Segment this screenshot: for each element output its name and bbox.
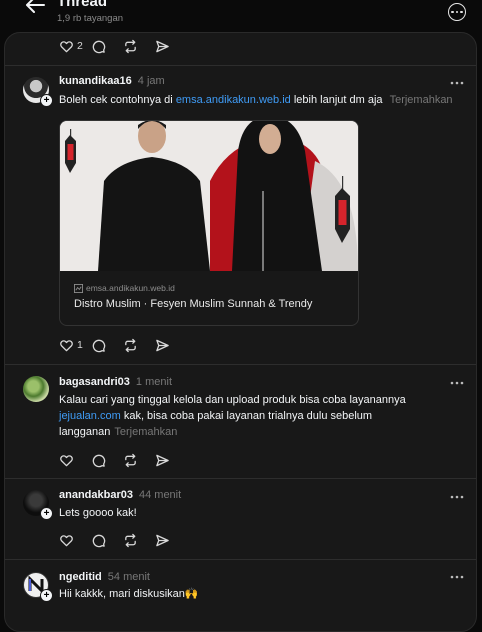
- plus-icon[interactable]: +: [40, 507, 53, 520]
- like-button[interactable]: 1: [59, 335, 91, 355]
- plus-icon[interactable]: +: [40, 589, 53, 602]
- timestamp: 44 menit: [138, 489, 182, 501]
- repost-icon: [125, 39, 136, 53]
- post-actions: 1: [59, 335, 187, 355]
- translate-link[interactable]: Terjemahkan: [114, 426, 177, 438]
- like-button[interactable]: [59, 530, 91, 550]
- post-actions: [59, 450, 187, 470]
- comment-icon: [92, 534, 106, 547]
- post-text-before: Boleh cek contohnya di: [59, 94, 173, 106]
- share-button[interactable]: [155, 530, 187, 550]
- repost-button[interactable]: [123, 450, 155, 470]
- thread-panel: 2 + kunandikaa16 4 jam Boleh cek contohny…: [4, 32, 477, 632]
- preview-title: Distro Muslim · Fesyen Muslim Sunnah & T…: [74, 298, 313, 310]
- divider: [5, 559, 476, 560]
- repost-button[interactable]: [123, 36, 155, 56]
- preview-image: [60, 121, 358, 271]
- repost-icon: [125, 453, 136, 467]
- post-text: Lets goooo kak!: [59, 507, 137, 519]
- post-text-after: lebih lanjut dm aja: [293, 94, 383, 106]
- more-dots-icon[interactable]: [449, 79, 465, 87]
- divider: [5, 364, 476, 365]
- post-link[interactable]: jejualan.com: [59, 410, 121, 422]
- timestamp: 54 menit: [107, 571, 150, 583]
- like-button[interactable]: [59, 450, 91, 470]
- like-count: 1: [77, 339, 83, 351]
- more-dots-icon[interactable]: [449, 573, 465, 581]
- username[interactable]: bagasandri03 1 menit: [59, 376, 172, 388]
- comment-icon: [92, 339, 106, 352]
- post-text-line2-wrap: jejualan.com kak, bisa coba pakai layana…: [59, 408, 469, 424]
- post-text: Kalau cari yang tinggal kelola dan uploa…: [59, 392, 469, 440]
- share-icon: [156, 534, 169, 546]
- heart-icon: [60, 534, 73, 546]
- divider: [5, 478, 476, 479]
- post-text-line1: Kalau cari yang tinggal kelola dan uploa…: [59, 394, 406, 406]
- link-preview-card[interactable]: emsa.andikakun.web.id Distro Muslim · Fe…: [59, 120, 359, 326]
- heart-icon: [60, 454, 73, 466]
- comment-button[interactable]: [91, 335, 123, 355]
- preview-domain-text: emsa.andikakun.web.id: [86, 283, 175, 293]
- username-text[interactable]: bagasandri03: [59, 376, 130, 388]
- comment-button[interactable]: [91, 36, 123, 56]
- post-text: Boleh cek contohnya di emsa.andikakun.we…: [59, 92, 469, 108]
- repost-button[interactable]: [123, 530, 155, 550]
- translate-link[interactable]: Terjemahkan: [390, 94, 453, 106]
- divider: [5, 65, 476, 66]
- comment-icon: [92, 40, 106, 53]
- share-icon: [156, 454, 169, 466]
- share-button[interactable]: [155, 450, 187, 470]
- timestamp: 4 jam: [137, 75, 165, 87]
- repost-icon: [125, 533, 136, 547]
- post-text-line3-wrap: langganan Terjemahkan: [59, 424, 469, 440]
- comment-button[interactable]: [91, 450, 123, 470]
- more-dots-icon[interactable]: [449, 379, 465, 387]
- link-icon: [74, 283, 83, 293]
- username[interactable]: anandakbar03 44 menit: [59, 489, 181, 501]
- more-dots-icon[interactable]: [449, 493, 465, 501]
- comment-icon: [92, 454, 106, 467]
- repost-button[interactable]: [123, 335, 155, 355]
- heart-icon: [60, 339, 73, 351]
- share-button[interactable]: [155, 335, 187, 355]
- heart-icon: [60, 40, 73, 52]
- repost-icon: [125, 338, 136, 352]
- comment-button[interactable]: [91, 530, 123, 550]
- username-text[interactable]: ngeditid: [59, 571, 102, 583]
- share-icon: [156, 40, 169, 52]
- username-text[interactable]: anandakbar03: [59, 489, 133, 501]
- more-circle-icon[interactable]: [448, 3, 466, 21]
- thread-header: Thread 1,9 rb tayangan: [0, 0, 482, 32]
- share-icon: [156, 339, 169, 351]
- like-count: 2: [77, 40, 83, 52]
- like-button[interactable]: 2: [59, 36, 91, 56]
- page-title: Thread: [57, 0, 108, 10]
- back-arrow-icon[interactable]: [24, 0, 46, 14]
- username-text[interactable]: kunandikaa16: [59, 75, 132, 87]
- view-count: 1,9 rb tayangan: [57, 13, 124, 24]
- post-link[interactable]: emsa.andikakun.web.id: [176, 94, 291, 106]
- post-text-line3: langganan: [59, 426, 111, 438]
- avatar[interactable]: [23, 376, 49, 402]
- post-text-line2: kak, bisa coba pakai layanan trialnya du…: [123, 410, 373, 422]
- share-button[interactable]: [155, 36, 187, 56]
- username[interactable]: ngeditid 54 menit: [59, 571, 150, 583]
- post-actions: [59, 530, 187, 550]
- username[interactable]: kunandikaa16 4 jam: [59, 75, 165, 87]
- root-post-actions: 2: [59, 36, 187, 56]
- timestamp: 1 menit: [135, 376, 172, 388]
- preview-domain: emsa.andikakun.web.id: [74, 283, 175, 293]
- post-text: Hii kakkk, mari diskusikan🙌: [59, 588, 199, 600]
- plus-icon[interactable]: +: [40, 94, 53, 107]
